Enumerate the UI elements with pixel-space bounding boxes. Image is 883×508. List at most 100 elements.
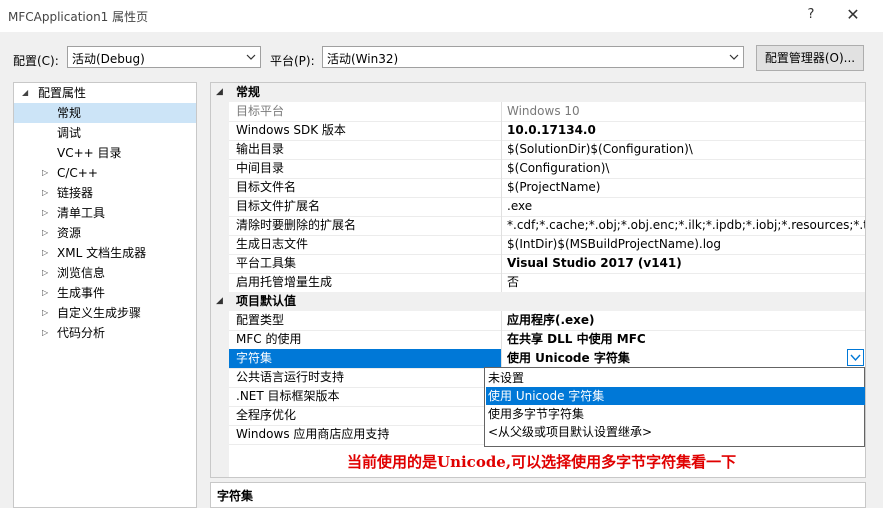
- dropdown-option[interactable]: 未设置: [486, 369, 865, 387]
- property-row[interactable]: 中间目录 $(Configuration)\: [229, 159, 865, 179]
- tree-item[interactable]: ▷ 资源: [14, 223, 196, 243]
- dropdown-option[interactable]: <从父级或项目默认设置继承>: [486, 423, 865, 441]
- property-value[interactable]: 否: [507, 273, 519, 292]
- column-divider[interactable]: [501, 159, 502, 178]
- annotation-text: 当前使用的是Unicode,可以选择使用多字节字符集看一下: [347, 453, 737, 471]
- property-name: 生成日志文件: [236, 237, 309, 251]
- column-divider[interactable]: [501, 197, 502, 216]
- tree-item[interactable]: ▷ 自定义生成步骤: [14, 303, 196, 323]
- column-divider[interactable]: [501, 121, 502, 140]
- expand-icon[interactable]: ▷: [42, 263, 48, 283]
- property-row[interactable]: 生成日志文件 $(IntDir)$(MSBuildProjectName).log: [229, 235, 865, 255]
- property-value[interactable]: Windows 10: [507, 102, 580, 121]
- tree-item[interactable]: ▷ 浏览信息: [14, 263, 196, 283]
- column-divider[interactable]: [501, 178, 502, 197]
- tree-item[interactable]: ▷ 链接器: [14, 183, 196, 203]
- tree-item-label: 代码分析: [57, 326, 106, 340]
- property-row[interactable]: 配置类型 应用程序(.exe): [229, 311, 865, 331]
- platform-label: 平台(P):: [270, 54, 315, 68]
- column-divider[interactable]: [501, 235, 502, 254]
- tree-item-label: 调试: [57, 126, 82, 140]
- property-row[interactable]: 输出目录 $(SolutionDir)$(Configuration)\: [229, 140, 865, 160]
- expand-icon[interactable]: ▷: [42, 203, 48, 223]
- expand-icon[interactable]: ▷: [42, 243, 48, 263]
- platform-combobox[interactable]: 活动(Win32): [322, 46, 744, 68]
- expand-icon[interactable]: ▷: [42, 323, 48, 343]
- category-general[interactable]: ◢ 常规: [216, 83, 865, 102]
- description-title: 字符集: [217, 489, 254, 503]
- tree-item[interactable]: ▷ 代码分析: [14, 323, 196, 343]
- property-name: 目标文件扩展名: [236, 199, 321, 213]
- expand-icon[interactable]: ▷: [42, 303, 48, 323]
- property-row[interactable]: Windows SDK 版本 10.0.17134.0: [229, 121, 865, 141]
- property-row-selected[interactable]: 字符集 使用 Unicode 字符集: [229, 349, 865, 369]
- property-value[interactable]: $(ProjectName): [507, 178, 600, 197]
- charset-dropdown-list[interactable]: 未设置 使用 Unicode 字符集 使用多字节字符集 <从父级或项目默认设置继承>: [484, 367, 865, 447]
- column-divider[interactable]: [501, 273, 502, 292]
- property-row[interactable]: 目标文件名 $(ProjectName): [229, 178, 865, 198]
- config-value: 活动(Debug): [72, 52, 145, 66]
- property-name: 目标文件名: [236, 180, 297, 194]
- tree-item[interactable]: 调试: [14, 123, 196, 143]
- property-row[interactable]: 目标文件扩展名 .exe: [229, 197, 865, 217]
- collapse-icon[interactable]: ◢: [216, 292, 223, 311]
- property-name: 全程序优化: [236, 408, 297, 422]
- config-manager-button[interactable]: 配置管理器(O)...: [756, 45, 864, 71]
- column-divider[interactable]: [501, 140, 502, 159]
- category-project-defaults[interactable]: ◢ 项目默认值: [216, 292, 865, 311]
- tree-item-label: 浏览信息: [57, 266, 106, 280]
- property-name: 启用托管增量生成: [236, 275, 333, 289]
- tree-item[interactable]: VC++ 目录: [14, 143, 196, 163]
- property-row[interactable]: MFC 的使用 在共享 DLL 中使用 MFC: [229, 330, 865, 350]
- column-divider[interactable]: [501, 254, 502, 273]
- property-name: MFC 的使用: [236, 332, 302, 346]
- dropdown-option[interactable]: 使用多字节字符集: [486, 405, 865, 423]
- tree-item[interactable]: ▷ C/C++: [14, 163, 196, 183]
- property-value[interactable]: $(Configuration)\: [507, 159, 609, 178]
- property-value[interactable]: 在共享 DLL 中使用 MFC: [507, 330, 646, 349]
- tree-item[interactable]: 常规: [14, 103, 196, 123]
- property-row[interactable]: 目标平台 Windows 10: [229, 102, 865, 122]
- title-bar: MFCApplication1 属性页 ? ✕: [0, 0, 883, 32]
- column-divider[interactable]: [501, 311, 502, 330]
- property-value[interactable]: $(SolutionDir)$(Configuration)\: [507, 140, 693, 159]
- tree-item[interactable]: ▷ 生成事件: [14, 283, 196, 303]
- property-tree[interactable]: ◢ 配置属性 常规 调试 VC++ 目录 ▷ C/C++ ▷ 链接器 ▷ 清单工具 ▷ 资源 ▷ XML…: [13, 82, 197, 508]
- property-value[interactable]: Visual Studio 2017 (v141): [507, 254, 682, 273]
- config-combobox[interactable]: 活动(Debug): [67, 46, 261, 68]
- tree-item-label: 常规: [57, 106, 82, 120]
- property-name: 公共语言运行时支持: [236, 370, 345, 384]
- property-value[interactable]: 应用程序(.exe): [507, 311, 595, 330]
- close-button[interactable]: ✕: [842, 4, 864, 26]
- tree-item[interactable]: ▷ 清单工具: [14, 203, 196, 223]
- expand-icon[interactable]: ▷: [42, 223, 48, 243]
- property-value[interactable]: 10.0.17134.0: [507, 121, 596, 140]
- property-name: Windows 应用商店应用支持: [236, 427, 390, 441]
- property-row[interactable]: 清除时要删除的扩展名 *.cdf;*.cache;*.obj;*.obj.enc;…: [229, 216, 865, 236]
- tree-root[interactable]: ◢ 配置属性: [14, 83, 196, 103]
- property-name: .NET 目标框架版本: [236, 389, 340, 403]
- chevron-down-icon: [729, 54, 739, 60]
- property-name: 字符集: [236, 351, 273, 365]
- platform-value: 活动(Win32): [327, 52, 399, 66]
- collapse-icon[interactable]: ◢: [216, 83, 223, 102]
- charset-dropdown-button[interactable]: [847, 349, 864, 366]
- property-value[interactable]: $(IntDir)$(MSBuildProjectName).log: [507, 235, 721, 254]
- collapse-icon[interactable]: ◢: [22, 83, 28, 103]
- expand-icon[interactable]: ▷: [42, 163, 48, 183]
- column-divider[interactable]: [501, 330, 502, 349]
- property-value[interactable]: *.cdf;*.cache;*.obj;*.obj.enc;*.ilk;*.ip…: [507, 216, 865, 235]
- tree-item-label: 链接器: [57, 186, 94, 200]
- property-value[interactable]: 使用 Unicode 字符集: [502, 349, 865, 368]
- column-divider[interactable]: [501, 216, 502, 235]
- expand-icon[interactable]: ▷: [42, 283, 48, 303]
- property-row[interactable]: 平台工具集 Visual Studio 2017 (v141): [229, 254, 865, 274]
- tree-item[interactable]: ▷ XML 文档生成器: [14, 243, 196, 263]
- property-row[interactable]: 启用托管增量生成 否: [229, 273, 865, 293]
- property-value[interactable]: .exe: [507, 197, 532, 216]
- dropdown-option[interactable]: 使用 Unicode 字符集: [486, 387, 865, 405]
- column-divider[interactable]: [501, 102, 502, 121]
- help-button[interactable]: ?: [800, 4, 822, 26]
- expand-icon[interactable]: ▷: [42, 183, 48, 203]
- tree-item-label: 清单工具: [57, 206, 106, 220]
